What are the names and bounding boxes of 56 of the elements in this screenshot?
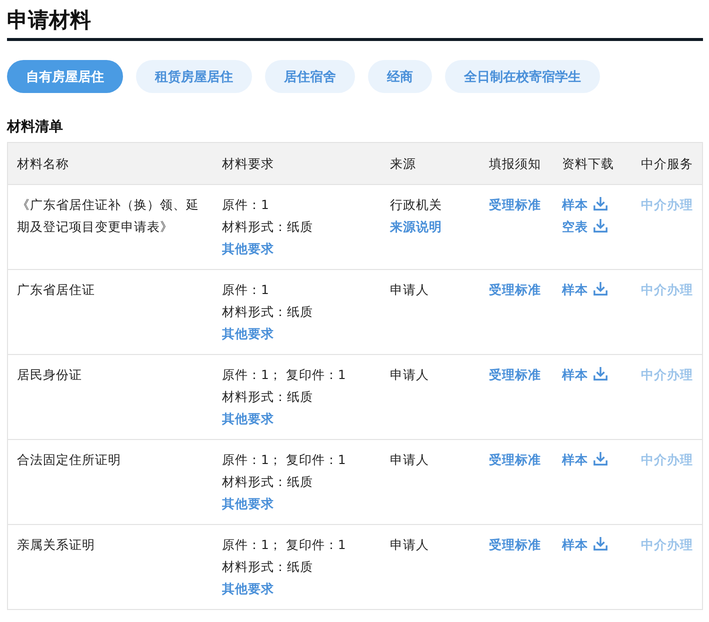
requirement-text: 原件：1: [222, 196, 269, 214]
category-tab[interactable]: 居住宿舍: [265, 60, 355, 93]
download-link[interactable]: 样本: [562, 537, 588, 552]
column-header: 材料要求: [222, 154, 274, 172]
download-link[interactable]: 空表: [562, 219, 588, 234]
requirement-text: 原件：1； 复印件：1: [222, 536, 346, 554]
material-name: 亲属关系证明: [17, 536, 95, 554]
column-header: 资料下载: [562, 154, 614, 172]
page-title: 申请材料: [7, 0, 703, 41]
acceptance-standard-link[interactable]: 受理标准: [489, 364, 541, 386]
other-requirements-link[interactable]: 其他要求: [222, 238, 274, 260]
column-header: 来源: [390, 154, 416, 172]
requirement-text: 材料形式：纸质: [222, 558, 313, 576]
download-icon: [593, 281, 608, 296]
category-tab[interactable]: 全日制在校寄宿学生: [445, 60, 600, 93]
requirement-text: 原件：1: [222, 281, 269, 299]
material-name: 居民身份证: [17, 366, 82, 384]
category-tab[interactable]: 自有房屋居住: [7, 60, 123, 93]
acceptance-standard-link[interactable]: 受理标准: [489, 194, 541, 216]
acceptance-standard-link[interactable]: 受理标准: [489, 449, 541, 471]
category-tab[interactable]: 租赁房屋居住: [136, 60, 252, 93]
requirement-text: 材料形式：纸质: [222, 218, 313, 236]
source-text: 申请人: [390, 366, 429, 384]
download-link[interactable]: 样本: [562, 282, 588, 297]
download-icon: [593, 366, 608, 381]
column-header: 材料名称: [17, 154, 69, 172]
download-link[interactable]: 样本: [562, 197, 588, 212]
requirement-text: 材料形式：纸质: [222, 388, 313, 406]
material-name: 广东省居住证: [17, 281, 95, 299]
other-requirements-link[interactable]: 其他要求: [222, 408, 274, 430]
requirement-text: 材料形式：纸质: [222, 303, 313, 321]
requirement-text: 材料形式：纸质: [222, 473, 313, 491]
requirement-text: 原件：1； 复印件：1: [222, 366, 346, 384]
column-header: 填报须知: [489, 154, 541, 172]
download-icon: [593, 536, 608, 551]
other-requirements-link[interactable]: 其他要求: [222, 493, 274, 515]
download-icon: [593, 196, 608, 211]
source-text: 申请人: [390, 451, 429, 469]
acceptance-standard-link[interactable]: 受理标准: [489, 279, 541, 301]
category-tab[interactable]: 经商: [368, 60, 432, 93]
material-name: 《广东省居住证补（换）领、延期及登记项目变更申请表》: [17, 196, 200, 236]
material-name: 合法固定住所证明: [17, 451, 121, 469]
acceptance-standard-link[interactable]: 受理标准: [489, 534, 541, 556]
source-text: 行政机关: [390, 196, 442, 214]
source-text: 申请人: [390, 536, 429, 554]
download-link[interactable]: 样本: [562, 367, 588, 382]
download-icon: [593, 218, 608, 233]
source-info-link[interactable]: 来源说明: [390, 216, 442, 238]
requirement-text: 原件：1； 复印件：1: [222, 451, 346, 469]
section-title: 材料清单: [7, 118, 64, 137]
download-icon: [593, 451, 608, 466]
download-link[interactable]: 样本: [562, 452, 588, 467]
column-header: 中介服务: [641, 154, 693, 172]
other-requirements-link[interactable]: 其他要求: [222, 323, 274, 345]
other-requirements-link[interactable]: 其他要求: [222, 578, 274, 600]
source-text: 申请人: [390, 281, 429, 299]
